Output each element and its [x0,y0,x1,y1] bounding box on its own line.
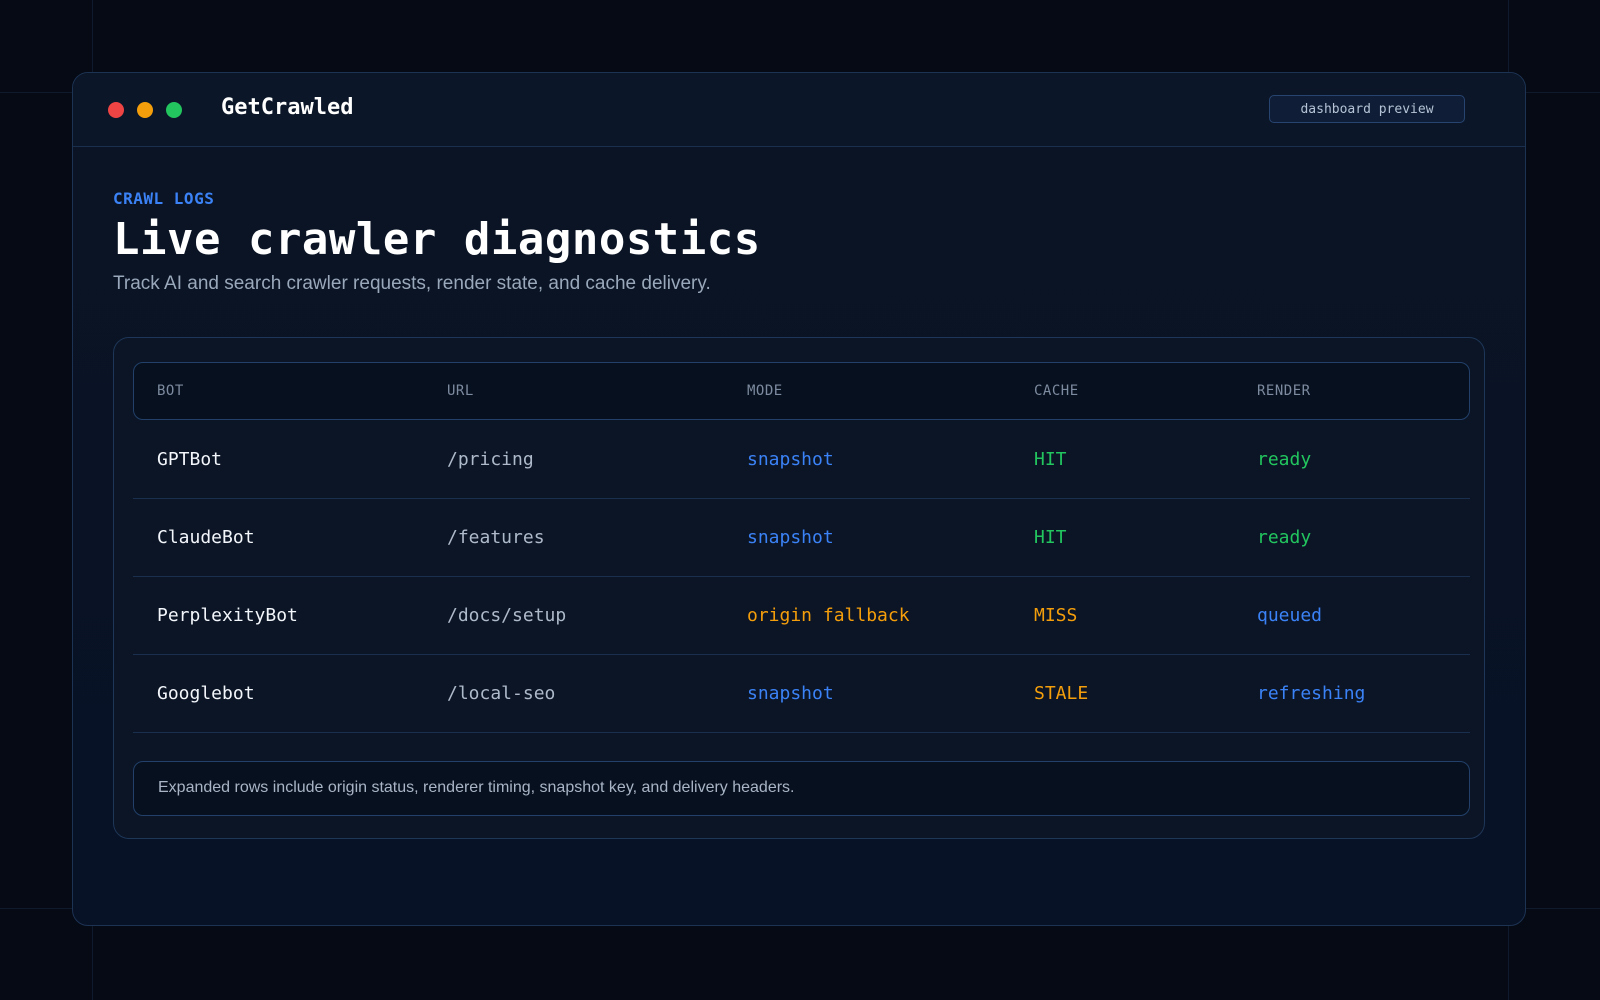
column-header-mode: MODE [747,383,783,399]
maximize-window-icon[interactable] [166,102,182,118]
cell-url: /pricing [447,449,534,470]
cell-bot: GPTBot [157,449,223,470]
column-header-bot: BOT [157,383,184,399]
table-row[interactable]: ClaudeBot /features snapshot HIT ready [133,499,1470,577]
cell-cache: HIT [1034,449,1067,470]
cell-mode: snapshot [747,449,834,470]
cell-mode: origin fallback [747,605,910,626]
cell-mode: snapshot [747,527,834,548]
cell-url: /local-seo [447,683,556,704]
cell-render: ready [1257,449,1312,470]
app-window: GetCrawled dashboard preview CRAWL LOGS … [72,72,1526,926]
cell-cache: STALE [1034,683,1089,704]
cell-bot: ClaudeBot [157,527,255,548]
app-brand: GetCrawled [221,95,354,120]
cell-url: /features [447,527,545,548]
page-title: Live crawler diagnostics [113,214,761,265]
table-row[interactable]: GPTBot /pricing snapshot HIT ready [133,421,1470,499]
minimize-window-icon[interactable] [137,102,153,118]
column-header-cache: CACHE [1034,383,1079,399]
close-window-icon[interactable] [108,102,124,118]
cell-cache: MISS [1034,605,1078,626]
table-header: BOT URL MODE CACHE RENDER [133,362,1470,420]
section-eyebrow: CRAWL LOGS [113,189,215,208]
crawl-log-panel: BOT URL MODE CACHE RENDER GPTBot /pricin… [113,337,1485,839]
cell-bot: PerplexityBot [157,605,298,626]
cell-url: /docs/setup [447,605,567,626]
cell-render: queued [1257,605,1323,626]
dashboard-preview-badge: dashboard preview [1269,95,1465,123]
table-row[interactable]: PerplexityBot /docs/setup origin fallbac… [133,577,1470,655]
cell-render: refreshing [1257,683,1366,704]
column-header-render: RENDER [1257,383,1311,399]
cell-mode: snapshot [747,683,834,704]
page-header: CRAWL LOGS Live crawler diagnostics Trac… [113,189,1485,295]
page-subtitle: Track AI and search crawler requests, re… [113,273,711,294]
column-header-url: URL [447,383,474,399]
cell-render: ready [1257,527,1312,548]
cell-bot: Googlebot [157,683,255,704]
table-row[interactable]: Googlebot /local-seo snapshot STALE refr… [133,655,1470,733]
window-titlebar: GetCrawled dashboard preview [73,73,1525,147]
cell-cache: HIT [1034,527,1067,548]
table-footnote: Expanded rows include origin status, ren… [133,761,1470,816]
